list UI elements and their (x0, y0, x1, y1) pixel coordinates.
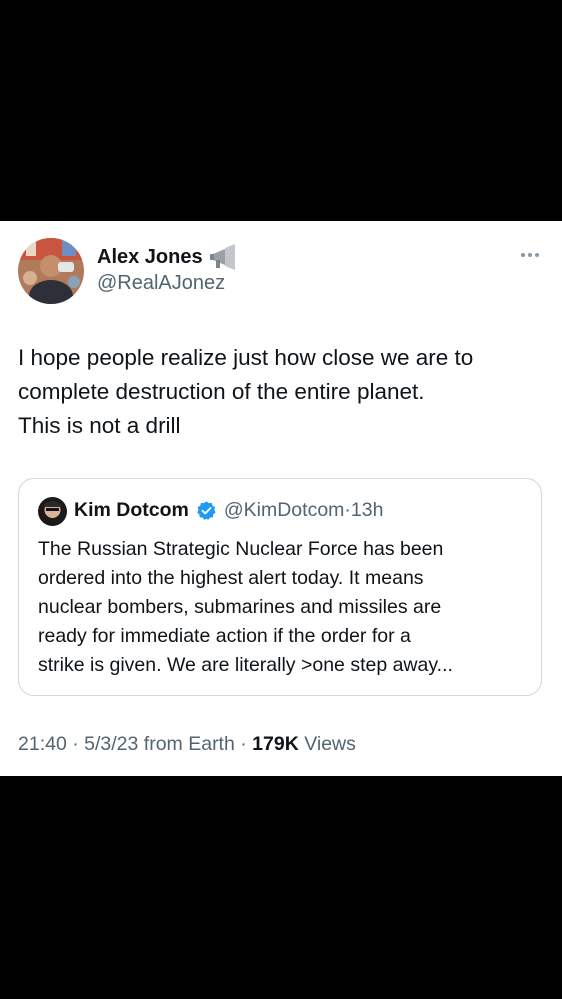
views-label: Views (304, 733, 356, 755)
quoted-text-line: ready for immediate action if the order … (38, 625, 411, 647)
screenshot-frame: Alex Jones @RealAJonez I hope people rea… (0, 0, 562, 999)
quoted-author-handle[interactable]: @KimDotcom (224, 499, 345, 522)
tweet-source: from Earth (143, 733, 235, 755)
quoted-text-line: nuclear bombers, submarines and missiles… (38, 596, 442, 618)
megaphone-icon (209, 244, 239, 270)
quoted-text-line: The Russian Strategic Nuclear Force has … (38, 538, 444, 560)
author-handle[interactable]: @RealAJonez (97, 272, 225, 295)
tweet-footer: 21:40 · 5/3/23 from Earth · 179K Views (18, 733, 356, 756)
tweet-text-line: I hope people realize just how close we … (18, 345, 474, 370)
tweet-text-line: complete destruction of the entire plane… (18, 379, 425, 404)
quoted-text-line: ordered into the highest alert today. It… (38, 567, 424, 589)
quoted-author-name[interactable]: Kim Dotcom (74, 499, 189, 522)
tweet-text: I hope people realize just how close we … (18, 341, 548, 443)
tweet-text-line: This is not a drill (18, 413, 181, 438)
quoted-author-avatar[interactable] (38, 497, 67, 526)
views-count[interactable]: 179K (252, 733, 299, 755)
quoted-timestamp[interactable]: 13h (351, 499, 384, 522)
author-avatar[interactable] (18, 238, 84, 304)
footer-separator: · (72, 733, 79, 755)
more-icon[interactable] (518, 246, 542, 264)
footer-separator: · (240, 733, 247, 755)
quoted-header: Kim Dotcom @KimDotcom · 13h (74, 499, 383, 522)
author-name[interactable]: Alex Jones (97, 244, 239, 270)
tweet-time[interactable]: 21:40 (18, 733, 67, 755)
quoted-text-line: strike is given. We are literally >one s… (38, 654, 453, 676)
tweet-date[interactable]: 5/3/23 (84, 733, 138, 755)
author-name-text: Alex Jones (97, 245, 203, 268)
verified-badge-icon (196, 500, 217, 521)
quoted-text: The Russian Strategic Nuclear Force has … (38, 535, 533, 680)
